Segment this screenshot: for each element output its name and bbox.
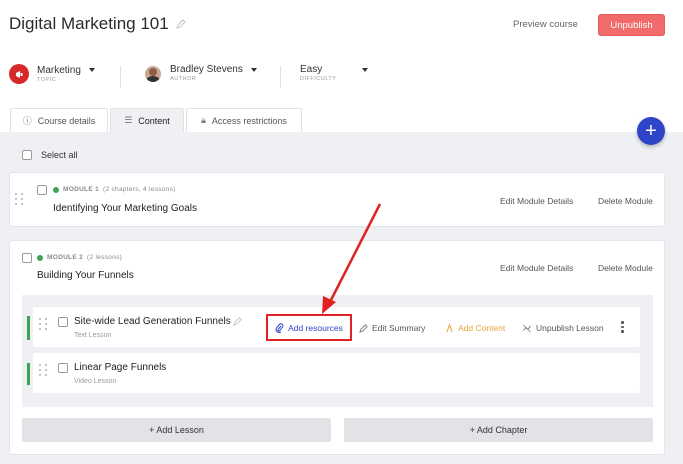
tab-access-restrictions[interactable]: 🔒︎ Access restrictions (186, 108, 302, 132)
preview-course-link[interactable]: Preview course (513, 19, 578, 30)
avatar (145, 65, 161, 82)
lesson-row[interactable] (33, 353, 640, 393)
divider (280, 66, 281, 88)
tab-label: Course details (37, 115, 96, 126)
more-options-icon[interactable] (621, 321, 624, 333)
lesson-type: Text Lesson (74, 332, 112, 339)
select-all[interactable]: Select all (22, 150, 78, 160)
module-checkbox[interactable] (37, 185, 47, 195)
pencil-icon[interactable] (175, 18, 187, 30)
tab-label: Access restrictions (211, 115, 287, 126)
add-content-button[interactable]: Add Content (445, 323, 505, 333)
edit-module-details-button[interactable]: Edit Module Details (500, 196, 573, 206)
tab-label: Content (138, 115, 170, 126)
lesson-title: Linear Page Funnels (74, 362, 167, 373)
topic-selector[interactable]: Marketing TOPIC (9, 64, 95, 84)
megaphone-icon (9, 64, 29, 84)
module-label: MODULE 1 (2 chapters, 4 lessons) (53, 186, 176, 193)
difficulty-label: DIFFICULTY (300, 76, 337, 82)
tab-course-details[interactable]: ⓘ Course details (10, 108, 108, 132)
drag-handle-icon[interactable] (39, 318, 48, 330)
add-fab-button[interactable]: + (637, 117, 665, 145)
select-all-label: Select all (41, 150, 78, 160)
status-dot-icon (37, 254, 43, 261)
unpublish-lesson-button[interactable]: Unpublish Lesson (522, 323, 604, 333)
info-icon: ⓘ (22, 116, 32, 126)
difficulty-value: Easy (300, 64, 323, 75)
module-checkbox[interactable] (22, 253, 32, 263)
lesson-type: Video Lesson (74, 378, 117, 385)
add-content-icon (446, 323, 453, 332)
lesson-checkbox[interactable] (58, 317, 68, 327)
module-title: Identifying Your Marketing Goals (53, 203, 197, 214)
tab-bar: ⓘ Course details ☰ Content 🔒︎ Access res… (0, 108, 683, 132)
unpublish-icon (523, 324, 531, 332)
author-selector[interactable]: Bradley Stevens AUTHOR (145, 64, 257, 83)
add-resources-button[interactable]: Add resources (266, 314, 352, 341)
lesson-checkbox[interactable] (58, 363, 68, 373)
delete-module-button[interactable]: Delete Module (598, 263, 653, 273)
list-icon: ☰ (124, 115, 133, 125)
lesson-status-bar (27, 316, 30, 340)
add-lesson-button[interactable]: + Add Lesson (22, 418, 331, 442)
chevron-down-icon (362, 67, 369, 72)
chevron-down-icon (88, 68, 95, 72)
chevron-down-icon (250, 67, 257, 72)
pencil-icon[interactable] (232, 316, 243, 327)
select-all-checkbox[interactable] (22, 150, 32, 160)
difficulty-selector[interactable]: Easy DIFFICULTY (300, 64, 369, 83)
edit-summary-button[interactable]: Edit Summary (359, 323, 425, 333)
lock-icon: 🔒︎ (201, 115, 206, 125)
edit-icon (359, 323, 368, 333)
module-label: MODULE 2 (2 lessons) (37, 254, 122, 261)
topic-label: TOPIC (37, 76, 57, 83)
author-label: AUTHOR (170, 76, 197, 82)
add-chapter-button[interactable]: + Add Chapter (344, 418, 653, 442)
lesson-title: Site-wide Lead Generation Funnels (74, 316, 231, 327)
course-title-text: Digital Marketing 101 (9, 14, 169, 33)
edit-module-details-button[interactable]: Edit Module Details (500, 263, 573, 273)
topic-value: Marketing (37, 64, 81, 76)
drag-handle-icon[interactable] (39, 364, 48, 376)
tab-content[interactable]: ☰ Content (110, 108, 184, 132)
module-title: Building Your Funnels (37, 270, 134, 281)
course-title: Digital Marketing 101 (9, 14, 187, 34)
divider (120, 66, 121, 88)
lesson-status-bar (27, 363, 30, 385)
delete-module-button[interactable]: Delete Module (598, 196, 653, 206)
drag-handle-icon[interactable] (15, 193, 24, 205)
unpublish-button[interactable]: Unpublish (598, 14, 665, 36)
paperclip-icon (275, 322, 284, 333)
author-value: Bradley Stevens (170, 64, 243, 75)
status-dot-icon (53, 186, 59, 193)
